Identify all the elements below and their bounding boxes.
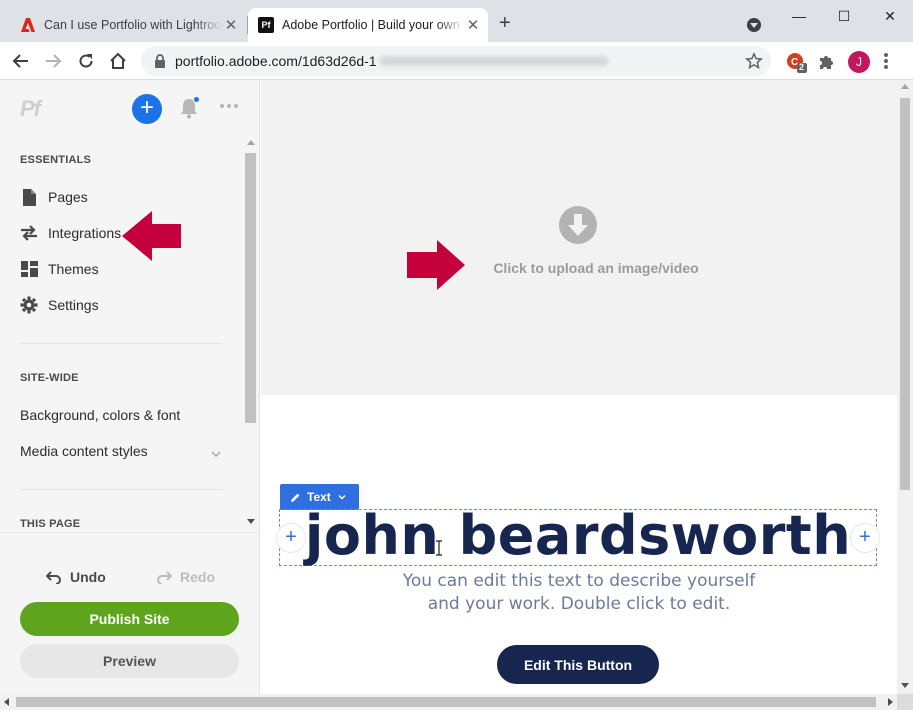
maximize-button[interactable]: ☐ xyxy=(821,4,867,28)
annotation-arrow-left-icon xyxy=(122,211,181,261)
text-chip-label: Text xyxy=(307,490,331,504)
bell-icon[interactable] xyxy=(178,96,200,120)
upload-dropzone[interactable]: Click to upload an image/video xyxy=(261,80,897,395)
download-arrow-icon xyxy=(559,206,597,244)
add-right-icon[interactable]: + xyxy=(851,524,879,552)
more-options-icon[interactable] xyxy=(220,104,238,108)
tab-strip: Can I use Portfolio with Lightroom ✕ Pf … xyxy=(0,0,913,42)
close-tab-icon[interactable]: ✕ xyxy=(464,16,482,34)
tab-search-icon[interactable] xyxy=(747,18,761,32)
sidebar-divider xyxy=(20,489,223,490)
new-tab-button[interactable]: + xyxy=(499,13,511,33)
chevron-down-icon[interactable] xyxy=(337,492,347,502)
sidebar-item-media-content-styles[interactable]: Media content styles xyxy=(20,443,148,459)
sidebar-item-themes[interactable]: Themes xyxy=(20,258,99,280)
scroll-down-arrow-icon[interactable] xyxy=(247,519,255,524)
section-this-page: THIS PAGE xyxy=(20,518,81,530)
reload-icon[interactable] xyxy=(73,48,99,74)
url-redacted xyxy=(378,56,609,66)
portfolio-logo[interactable]: Pf xyxy=(20,96,41,122)
grid-icon xyxy=(20,260,38,278)
publish-site-button[interactable]: Publish Site xyxy=(20,602,239,636)
redo-label: Redo xyxy=(180,569,215,585)
undo-button[interactable]: Undo xyxy=(46,569,106,585)
site-description[interactable]: You can edit this text to describe yours… xyxy=(261,570,897,616)
pencil-icon xyxy=(291,493,300,502)
description-line-1: You can edit this text to describe yours… xyxy=(402,571,756,591)
back-arrow-icon[interactable] xyxy=(8,48,34,74)
scrollbar-thumb[interactable] xyxy=(245,153,256,423)
notification-dot xyxy=(193,96,200,103)
scroll-up-arrow-icon[interactable] xyxy=(901,84,909,89)
sidebar-item-label: Themes xyxy=(48,261,99,277)
browser-toolbar: portfolio.adobe.com/1d63d26d-1 C 2 J xyxy=(0,42,913,80)
upload-prompt[interactable]: Click to upload an image/video xyxy=(261,260,897,276)
close-window-button[interactable]: ✕ xyxy=(867,4,913,28)
scroll-up-arrow-icon[interactable] xyxy=(247,140,255,145)
tab-title: Adobe Portfolio | Build your own xyxy=(282,18,460,32)
edit-this-button[interactable]: Edit This Button xyxy=(497,645,659,684)
gear-icon xyxy=(20,296,38,314)
url-text: portfolio.adobe.com/1d63d26d-1 xyxy=(175,53,377,69)
preview-button[interactable]: Preview xyxy=(20,644,239,678)
page-icon xyxy=(20,188,38,206)
sidebar-item-label: Integrations xyxy=(48,225,122,241)
puzzle-extensions-icon[interactable] xyxy=(816,51,838,73)
sidebar-footer: Undo Redo Publish Site Preview xyxy=(0,532,259,694)
close-tab-icon[interactable]: ✕ xyxy=(222,16,240,34)
scroll-left-arrow-icon[interactable] xyxy=(4,698,9,706)
sidebar-item-pages[interactable]: Pages xyxy=(20,186,88,208)
redo-button[interactable]: Redo xyxy=(156,569,215,585)
tab-lightroom-question[interactable]: Can I use Portfolio with Lightroom ✕ xyxy=(10,8,246,42)
text-cursor-icon xyxy=(436,540,442,556)
site-title-text[interactable]: john beardsworth xyxy=(279,504,877,567)
page-vertical-scrollbar[interactable] xyxy=(897,80,913,694)
lock-icon[interactable] xyxy=(153,53,167,69)
add-button[interactable]: + xyxy=(132,94,162,124)
forward-arrow-icon[interactable] xyxy=(40,48,66,74)
scroll-right-arrow-icon[interactable] xyxy=(888,698,893,706)
section-site-wide: SITE-WIDE xyxy=(20,372,79,384)
sidebar-item-settings[interactable]: Settings xyxy=(20,294,99,316)
extension-badge-icon[interactable]: C 2 xyxy=(786,51,808,73)
redo-icon xyxy=(157,571,172,584)
tab-adobe-portfolio[interactable]: Pf Adobe Portfolio | Build your own ✕ xyxy=(248,8,488,42)
sidebar: Pf + ESSENTIALS Pages Integrations Theme… xyxy=(0,80,260,694)
undo-label: Undo xyxy=(70,569,106,585)
minimize-button[interactable]: — xyxy=(776,4,822,28)
page-horizontal-scrollbar[interactable] xyxy=(0,694,897,710)
sidebar-item-background-colors-font[interactable]: Background, colors & font xyxy=(20,407,180,423)
sidebar-scrollbar[interactable] xyxy=(243,138,258,530)
scrollbar-thumb[interactable] xyxy=(900,98,910,490)
scrollbar-thumb[interactable] xyxy=(16,697,876,707)
undo-icon xyxy=(46,571,61,584)
browser-window: Can I use Portfolio with Lightroom ✕ Pf … xyxy=(0,0,913,710)
sidebar-item-integrations[interactable]: Integrations xyxy=(20,222,121,244)
profile-avatar[interactable]: J xyxy=(848,51,870,73)
tab-title: Can I use Portfolio with Lightroom xyxy=(44,18,222,32)
sidebar-item-label: Pages xyxy=(48,189,88,205)
add-left-icon[interactable]: + xyxy=(277,524,305,552)
extension-badge-count: 2 xyxy=(799,62,805,72)
home-icon[interactable] xyxy=(105,48,131,74)
pf-icon: Pf xyxy=(258,17,274,33)
browser-menu-icon[interactable] xyxy=(884,53,888,71)
section-essentials: ESSENTIALS xyxy=(20,154,92,166)
sidebar-item-label: Settings xyxy=(48,297,99,313)
bookmark-star-icon[interactable] xyxy=(745,51,763,70)
chevron-down-icon[interactable] xyxy=(210,447,222,459)
description-line-2: and your work. Double click to edit. xyxy=(427,594,731,614)
sidebar-divider xyxy=(20,343,223,344)
editor-canvas: Click to upload an image/video Text john… xyxy=(261,80,897,694)
address-bar[interactable]: portfolio.adobe.com/1d63d26d-1 xyxy=(141,46,771,76)
annotation-arrow-right-icon xyxy=(407,240,465,290)
scrollbar-corner xyxy=(897,694,913,710)
adobe-icon xyxy=(20,17,36,33)
scroll-down-arrow-icon[interactable] xyxy=(901,683,909,688)
swap-arrows-icon xyxy=(20,224,38,242)
